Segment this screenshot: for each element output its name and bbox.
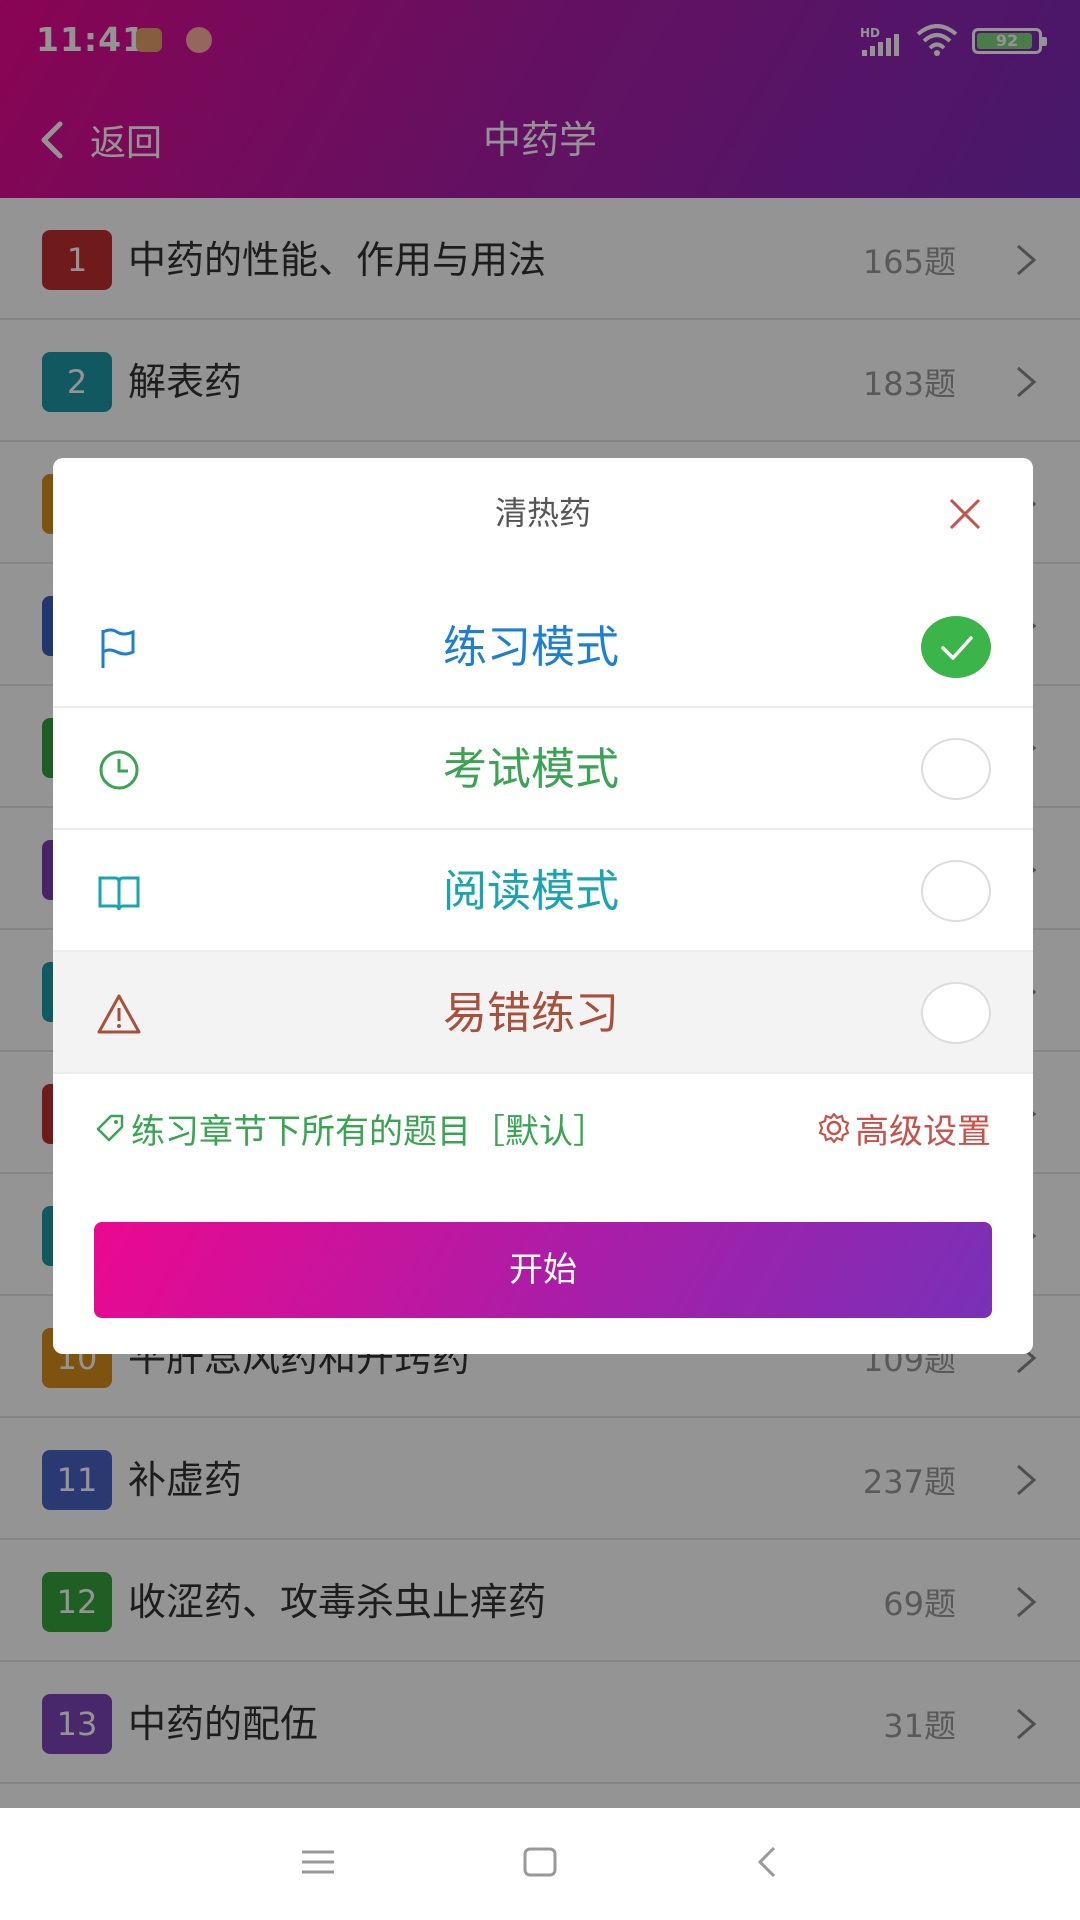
mode-radio[interactable] — [921, 982, 991, 1044]
system-nav-bar — [0, 1808, 1080, 1920]
mode-radio[interactable] — [921, 860, 991, 922]
dialog-title: 清热药 — [494, 494, 591, 532]
mode-option-practice[interactable]: 练习模式 — [53, 586, 1033, 708]
home-icon[interactable] — [520, 1842, 560, 1882]
close-icon[interactable] — [947, 496, 983, 532]
mode-label: 考试模式 — [443, 744, 619, 795]
scope-selector[interactable]: 练习章节下所有的题目［默认］ — [95, 1098, 607, 1158]
advanced-settings-label: 高级设置 — [855, 1111, 991, 1152]
back-nav-icon[interactable] — [748, 1842, 788, 1882]
mode-option-reading[interactable]: 阅读模式 — [53, 830, 1033, 952]
start-button[interactable]: 开始 — [94, 1222, 992, 1318]
mode-option-mistakes[interactable]: 易错练习 — [53, 952, 1033, 1074]
mode-label: 练习模式 — [443, 622, 619, 673]
mode-label: 阅读模式 — [443, 866, 619, 917]
mode-option-exam[interactable]: 考试模式 — [53, 708, 1033, 830]
mode-label: 易错练习 — [443, 988, 619, 1039]
tag-icon — [96, 1114, 124, 1142]
options-row: 练习章节下所有的题目［默认］ 高级设置 — [53, 1098, 1033, 1158]
mode-radio[interactable] — [921, 738, 991, 800]
mode-radio[interactable] — [921, 616, 991, 678]
menu-icon[interactable] — [298, 1842, 338, 1882]
scope-text: 练习章节下所有的题目［默认］ — [131, 1111, 607, 1152]
check-icon — [941, 636, 973, 660]
gear-icon — [818, 1112, 850, 1144]
advanced-settings-button[interactable]: 高级设置 — [817, 1098, 991, 1158]
mode-dialog: 清热药 练习模式 考试模式 阅读模式 易错练习 练习章节下所有的题目［默认］ 高… — [53, 458, 1033, 1354]
